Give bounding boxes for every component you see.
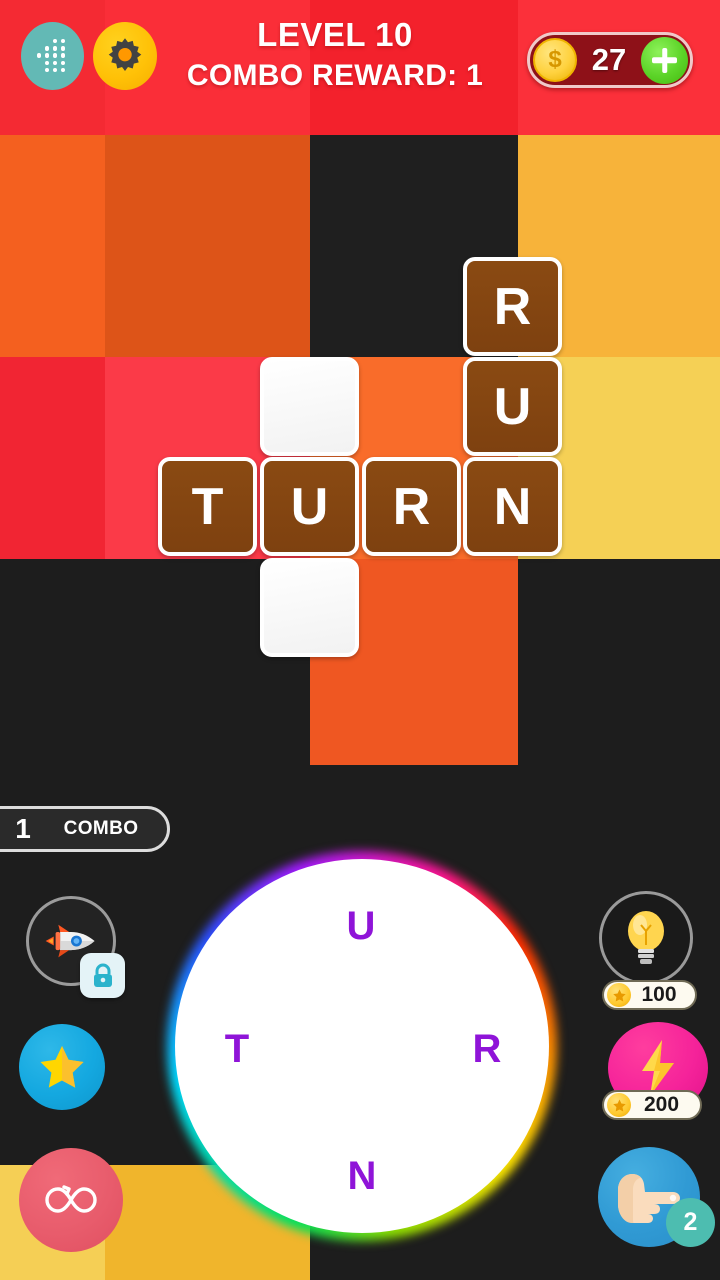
lock-icon	[93, 963, 112, 987]
wheel-letter-r[interactable]: R	[463, 1027, 511, 1072]
bg-block-r1c1	[0, 135, 105, 357]
coin-icon: $	[533, 38, 577, 82]
combo-reward-label: COMBO REWARD: 1	[186, 59, 484, 92]
tile-empty-bottom	[260, 558, 359, 657]
infinity-button[interactable]	[19, 1148, 123, 1252]
wheel-letter-n[interactable]: N	[338, 1154, 386, 1199]
level-label: LEVEL 10	[257, 16, 413, 53]
hint-cost-value: 100	[641, 983, 677, 1006]
add-coins-button[interactable]	[641, 36, 688, 84]
combo-badge: 1 COMBO	[0, 806, 170, 852]
boost-cost-value: 200	[643, 1093, 680, 1116]
combo-count: 1	[15, 813, 31, 844]
game-screen: LEVEL 10 COMBO REWARD: 1 $ 27 RUTURN 1 C…	[0, 0, 720, 1280]
wheel-letter-t[interactable]: T	[213, 1027, 261, 1072]
combo-label: COMBO	[63, 818, 139, 839]
star-coin-icon	[607, 1093, 631, 1117]
star-icon	[40, 1046, 84, 1088]
tile-u-turn: U	[260, 457, 359, 556]
pointer-count-badge: 2	[666, 1198, 715, 1247]
bg-block-r1c2	[105, 135, 310, 357]
tile-t-turn: T	[158, 457, 257, 556]
rocket-locked-badge	[80, 953, 125, 998]
tile-r-across-run: R	[463, 257, 562, 356]
star-button[interactable]	[19, 1024, 105, 1110]
letter-wheel[interactable]: U T R N	[175, 859, 549, 1233]
tile-n-turn: N	[463, 457, 562, 556]
boost-cost-pill: 200	[602, 1090, 702, 1120]
tile-empty-top	[260, 357, 359, 456]
coin-counter[interactable]: $ 27	[527, 32, 693, 88]
coin-count-value: 27	[591, 42, 627, 77]
tile-u-down-run: U	[463, 357, 562, 456]
hint-cost-pill: 100	[602, 980, 697, 1010]
puzzle-board: RUTURN	[0, 135, 720, 790]
menu-button[interactable]	[21, 22, 84, 90]
bg-block-r2c1	[0, 357, 105, 559]
infinity-icon	[45, 1185, 97, 1213]
tile-r-turn: R	[362, 457, 461, 556]
dot-grid-icon	[36, 39, 69, 73]
wheel-letter-u[interactable]: U	[337, 904, 385, 949]
level-title-block: LEVEL 10 COMBO REWARD: 1	[160, 14, 510, 96]
settings-button[interactable]	[93, 22, 157, 90]
gear-icon	[108, 38, 142, 71]
top-header-bar: LEVEL 10 COMBO REWARD: 1 $ 27	[0, 0, 720, 135]
hint-button[interactable]	[599, 891, 693, 985]
star-coin-icon	[607, 983, 631, 1007]
lightbulb-icon	[628, 911, 664, 964]
